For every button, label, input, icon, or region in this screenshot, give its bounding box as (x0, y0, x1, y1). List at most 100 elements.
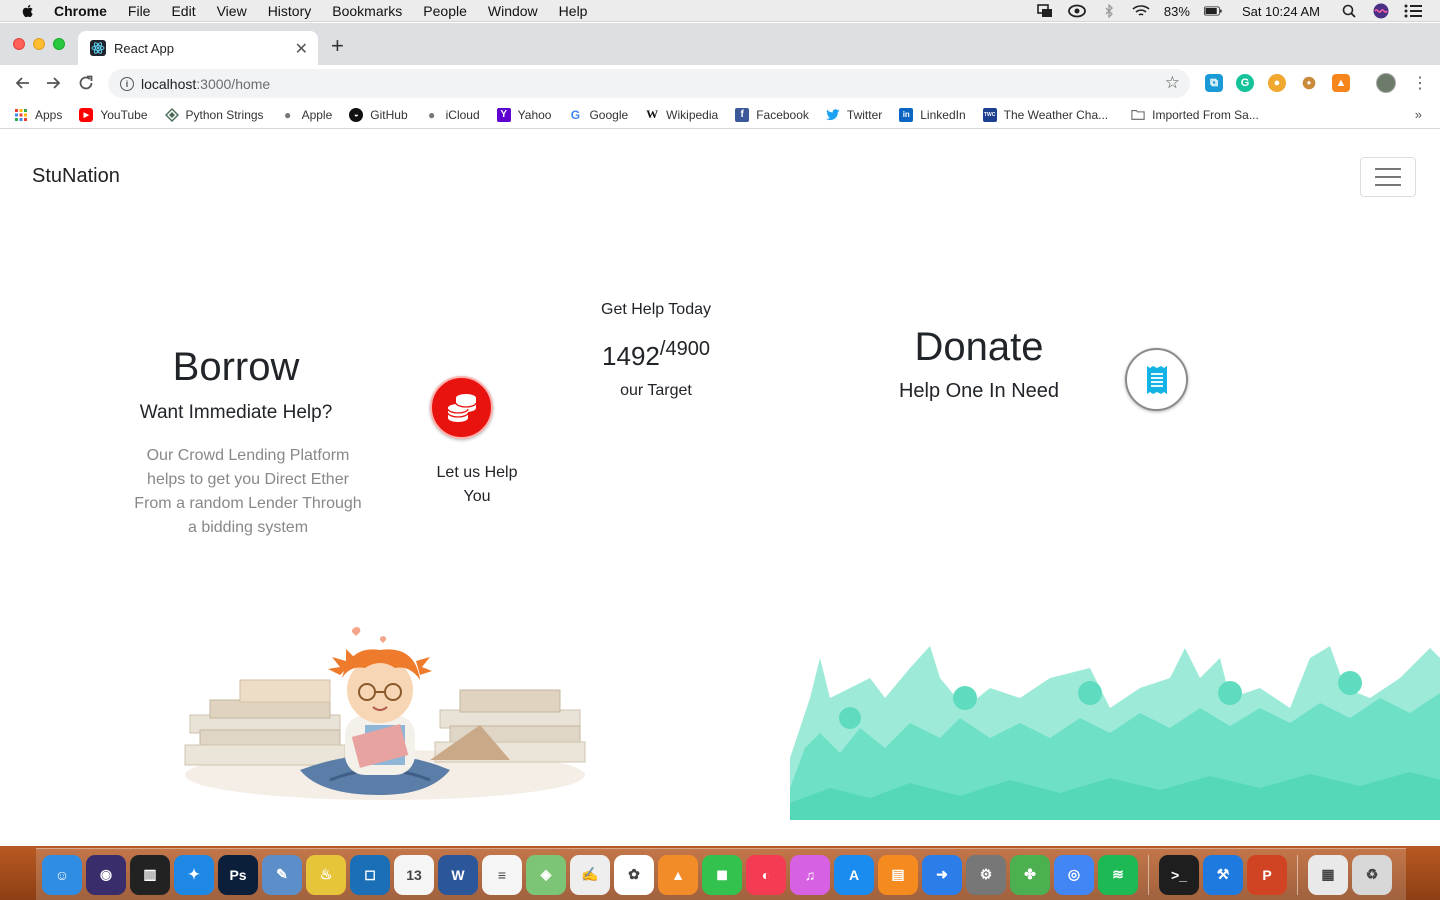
screen-mirror-icon[interactable] (1036, 3, 1054, 19)
bookmark-youtube[interactable]: ▶ YouTube (79, 107, 148, 122)
creative-cloud-icon[interactable] (1068, 3, 1086, 19)
borrow-description: Our Crowd Lending Platform helps to get … (134, 447, 362, 536)
wifi-icon[interactable] (1132, 3, 1150, 19)
trash-icon[interactable]: ♻ (1352, 854, 1392, 895)
menu-history[interactable]: History (268, 3, 312, 19)
kid-reading-illustration (184, 626, 586, 800)
facetime-icon[interactable]: ◼ (702, 854, 742, 895)
siri-icon[interactable] (1372, 3, 1390, 19)
chrome-menu-icon[interactable]: ⋮ (1412, 73, 1428, 93)
bookmarks-overflow-icon[interactable]: » (1415, 107, 1422, 122)
browser-tab-active[interactable]: React App ✕ (78, 31, 318, 65)
honey-extension-icon[interactable]: ● (1302, 76, 1316, 90)
menu-file[interactable]: File (128, 3, 151, 19)
reload-icon[interactable] (75, 72, 97, 94)
battery-icon[interactable] (1203, 3, 1222, 19)
clover-icon[interactable]: ✤ (1010, 854, 1050, 895)
menu-help[interactable]: Help (559, 3, 588, 19)
window-close-button[interactable] (13, 38, 25, 50)
bluetooth-icon[interactable] (1100, 3, 1118, 19)
back-arrow-icon[interactable] (11, 72, 33, 94)
menu-bookmarks[interactable]: Bookmarks (332, 3, 402, 19)
books-icon[interactable]: ▤ (878, 854, 918, 895)
calendar-icon[interactable]: 13 (394, 854, 434, 895)
web-page: StuNation Borrow Want Immediate Help? Ou… (0, 130, 1440, 846)
menu-app-name[interactable]: Chrome (54, 3, 107, 19)
bookmark-label: Facebook (756, 107, 809, 122)
spotify-icon[interactable]: ≋ (1098, 854, 1138, 895)
itunes-icon[interactable]: ♫ (790, 854, 830, 895)
forward-arrow-icon[interactable] (43, 72, 65, 94)
bookmark-label: Yahoo (517, 107, 552, 122)
bookmark-github[interactable]: ◒ GitHub (349, 107, 408, 122)
terminal-icon[interactable]: >_ (1159, 854, 1199, 895)
apple-menu-icon[interactable] (20, 3, 36, 19)
tab-close-icon[interactable]: ✕ (295, 39, 308, 59)
funding-counter: 1492/4900 (576, 338, 736, 372)
bookmark-linkedin[interactable]: in LinkedIn (899, 107, 966, 122)
address-bar[interactable]: i localhost:3000/home ☆ (108, 69, 1190, 98)
maps-icon[interactable]: ◈ (526, 854, 566, 895)
piano-icon[interactable]: ▥ (130, 854, 170, 895)
navbar-hamburger-button[interactable] (1360, 157, 1416, 197)
extension-screencast-icon[interactable]: ⧉ (1205, 74, 1223, 92)
bookmark-imported-folder[interactable]: Imported From Sa... (1131, 108, 1259, 122)
metamask-fox-icon[interactable]: ▲ (1332, 74, 1350, 92)
bookmark-twitter[interactable]: Twitter (825, 108, 882, 122)
app-store-icon[interactable]: A (834, 854, 874, 895)
vlc-icon[interactable]: ▲ (658, 854, 698, 895)
bookmark-apple[interactable]: ● Apple (281, 107, 333, 122)
word-icon[interactable]: W (438, 854, 478, 895)
browser-tab-strip: React App ✕ + (0, 23, 1440, 65)
menu-bar-clock[interactable]: Sat 10:24 AM (1242, 4, 1320, 19)
let-us-help-link[interactable]: Let us Help You (427, 461, 527, 509)
bracket-icon[interactable]: ◻ (350, 854, 390, 895)
borrow-coins-button[interactable] (430, 376, 493, 439)
photos-icon[interactable]: ✿ (614, 854, 654, 895)
menu-window[interactable]: Window (488, 3, 538, 19)
menu-edit[interactable]: Edit (171, 3, 195, 19)
bookmark-google[interactable]: G Google (568, 108, 628, 122)
news-icon[interactable]: ◐ (746, 854, 786, 895)
cookie-extension-icon[interactable]: ● (1268, 74, 1286, 92)
safari-icon[interactable]: ✦ (174, 854, 214, 895)
grammarly-extension-icon[interactable]: G (1236, 74, 1254, 92)
menu-view[interactable]: View (217, 3, 247, 19)
python-strings-icon (164, 107, 179, 122)
hamburger-line (1375, 168, 1401, 170)
donate-receipt-button[interactable] (1125, 348, 1188, 411)
finder-icon[interactable]: ☺ (42, 854, 82, 895)
bookmark-weather-channel[interactable]: TWC The Weather Cha... (982, 107, 1108, 122)
preview-icon[interactable]: ✎ (262, 854, 302, 895)
system-preferences-icon[interactable]: ⚙ (966, 854, 1006, 895)
navbar-brand[interactable]: StuNation (32, 165, 120, 188)
new-tab-button[interactable]: + (331, 35, 344, 57)
bookmark-wikipedia[interactable]: W Wikipedia (645, 107, 718, 122)
reminders-icon[interactable]: ≡ (482, 854, 522, 895)
site-info-icon[interactable]: i (120, 76, 134, 91)
bookmark-label: Apple (301, 107, 333, 122)
migration-icon[interactable]: ➜ (922, 854, 962, 895)
spotlight-search-icon[interactable] (1340, 3, 1358, 19)
bookmark-facebook[interactable]: f Facebook (735, 107, 809, 122)
bookmark-yahoo[interactable]: Y Yahoo (496, 107, 552, 122)
photoshop-icon[interactable]: Ps (218, 854, 258, 895)
notification-center-icon[interactable] (1404, 3, 1422, 19)
window-zoom-button[interactable] (53, 38, 65, 50)
bookmark-icloud[interactable]: ● iCloud (425, 108, 480, 122)
twitter-icon (825, 108, 840, 122)
menu-people[interactable]: People (423, 3, 467, 19)
bookmark-python-strings[interactable]: Python Strings (164, 107, 264, 122)
chrome-profile-avatar[interactable] (1376, 73, 1396, 93)
textedit-icon[interactable]: ✍ (570, 854, 610, 895)
xcode-icon[interactable]: ⚒ (1203, 854, 1243, 895)
bookmark-apps[interactable]: Apps (14, 108, 62, 122)
downloads-icon[interactable]: ▦ (1308, 854, 1348, 895)
window-minimize-button[interactable] (33, 38, 45, 50)
chrome-icon[interactable]: ◎ (1054, 854, 1094, 895)
bookmark-label: Imported From Sa... (1152, 107, 1259, 122)
siri-icon[interactable]: ◉ (86, 854, 126, 895)
genie-icon[interactable]: ♨ (306, 854, 346, 895)
bookmark-star-icon[interactable]: ☆ (1165, 73, 1180, 93)
powerpoint-icon[interactable]: P (1247, 854, 1287, 895)
